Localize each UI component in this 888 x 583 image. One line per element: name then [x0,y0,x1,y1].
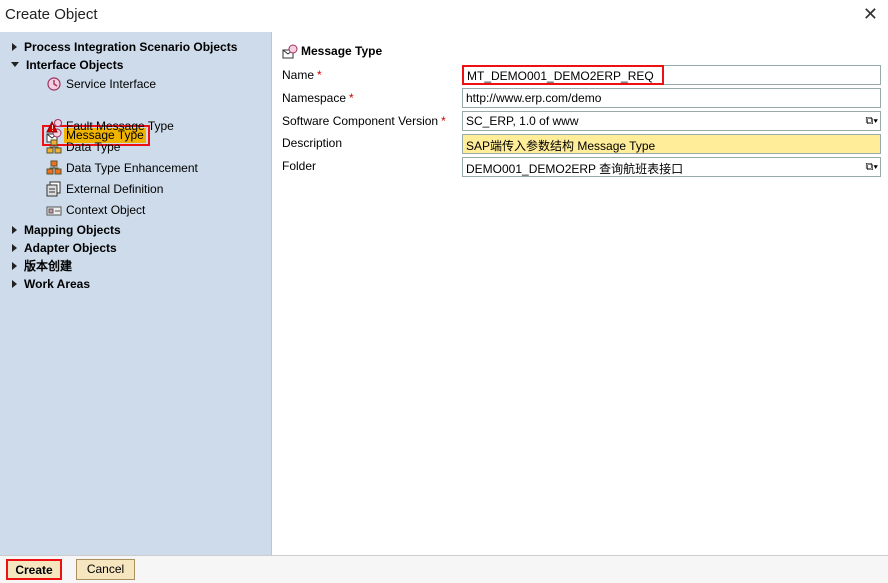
object-type-tree: Process Integration Scenario Objects Int… [0,32,272,555]
title-bar: Create Object ✕ [0,0,888,32]
folder-dropdown-icon[interactable]: ⧉▾ [854,159,878,175]
external-definition-icon [46,181,61,197]
data-type-enhancement-icon [46,160,62,175]
form-header-title: Message Type [301,44,383,59]
folder-value: DEMO001_DEMO2ERP 查询航班表接口 [466,162,684,176]
folder-field[interactable]: DEMO001_DEMO2ERP 查询航班表接口 ⧉▾ [462,157,881,177]
name-field[interactable]: MT_DEMO001_DEMO2ERP_REQ [462,65,664,85]
dialog-footer: Create Cancel [0,555,888,583]
folder-label: Folder [282,159,317,173]
description-field[interactable]: SAP端传入参数结构 Message Type [462,134,881,154]
fault-message-type-icon: ! [46,118,62,133]
swcv-label: Software Component Version * [282,114,446,128]
expand-arrow-icon[interactable] [12,279,17,288]
expand-arrow-icon[interactable] [12,42,17,51]
create-button[interactable]: Create [6,559,62,580]
tree-item-external-definition[interactable]: External Definition [46,179,163,197]
window-title: Create Object [5,6,98,23]
description-label: Description [282,136,343,150]
tree-item-fault-message-type[interactable]: ! Fault Message Type [46,116,174,134]
tree-category-adapter-objects[interactable]: Adapter Objects [12,238,117,256]
data-type-icon [46,139,62,154]
namespace-label: Namespace * [282,91,354,105]
tree-category-interface-objects[interactable]: Interface Objects [11,55,123,73]
tree-item-context-object[interactable]: Context Object [46,200,145,218]
swcv-dropdown-icon[interactable]: ⧉▾ [854,113,878,129]
expand-arrow-icon[interactable] [12,243,17,252]
svg-text:!: ! [51,124,54,133]
tree-category-process-integration[interactable]: Process Integration Scenario Objects [12,37,237,55]
form-header: Message Type [282,44,382,60]
cancel-button[interactable]: Cancel [76,559,135,580]
expand-arrow-icon[interactable] [12,225,17,234]
tree-item-data-type[interactable]: Data Type [46,137,120,155]
context-object-icon [46,206,62,216]
namespace-field[interactable]: http://www.erp.com/demo [462,88,881,108]
service-interface-icon [47,77,61,91]
tree-item-data-type-enhancement[interactable]: Data Type Enhancement [46,158,198,176]
tree-category-work-areas[interactable]: Work Areas [12,274,90,292]
message-type-icon [282,44,298,59]
swcv-field[interactable]: SC_ERP, 1.0 of www ⧉▾ [462,111,881,131]
tree-item-service-interface[interactable]: Service Interface [46,74,156,92]
collapse-arrow-icon[interactable] [11,62,19,68]
swcv-value: SC_ERP, 1.0 of www [466,114,579,128]
tree-category-mapping-objects[interactable]: Mapping Objects [12,220,121,238]
name-label: Name * [282,68,322,82]
tree-category-version-creation[interactable]: 版本创建 [12,256,72,274]
expand-arrow-icon[interactable] [12,261,17,270]
close-icon[interactable]: ✕ [863,4,878,25]
